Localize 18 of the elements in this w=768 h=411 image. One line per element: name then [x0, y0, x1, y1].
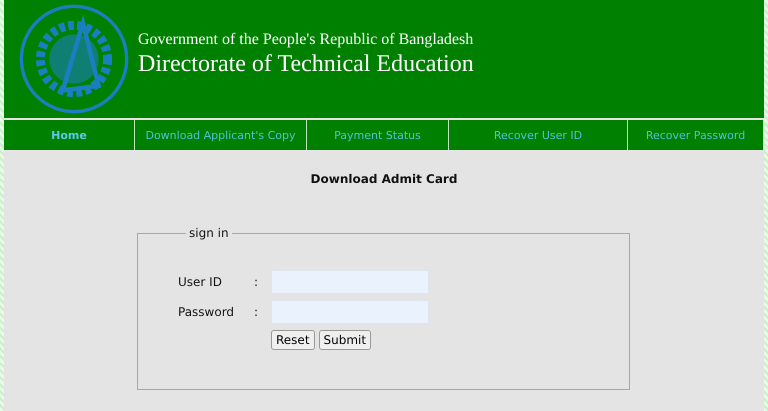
field-label: Password: [178, 305, 236, 319]
panel-legend: sign in: [186, 226, 232, 240]
form-button[interactable]: Submit: [318, 330, 372, 350]
field-label: User ID: [178, 275, 223, 289]
logo-icon: [18, 3, 130, 115]
page-title: Download Admit Card: [310, 171, 458, 186]
nav-tab[interactable]: Home: [4, 120, 135, 150]
input-field[interactable]: [271, 300, 429, 324]
nav-tab[interactable]: Download Applicant's Copy: [135, 120, 307, 150]
nav-tab[interactable]: Payment Status: [307, 120, 449, 150]
nav-tab[interactable]: Recover Password: [628, 120, 764, 150]
colon-separator: :: [254, 305, 260, 319]
form-button[interactable]: Reset: [271, 330, 315, 350]
header-subtitle: Government of the People's Republic of Bangladesh: [138, 30, 474, 48]
header-title: Directorate of Technical Education: [138, 50, 474, 78]
nav-tab[interactable]: Recover User ID: [449, 120, 628, 150]
colon-separator: :: [254, 275, 260, 289]
input-field[interactable]: [271, 270, 429, 294]
